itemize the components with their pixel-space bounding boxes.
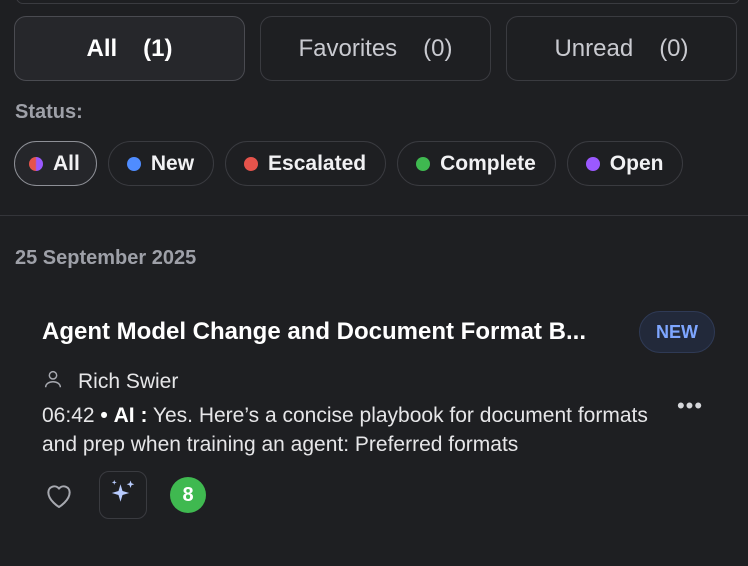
tab-all[interactable]: All (1) (14, 16, 245, 81)
status-dot-complete-icon (416, 156, 431, 171)
tab-all-count: (1) (143, 34, 173, 62)
status-dot-new-icon (126, 156, 141, 171)
message-time: 06:42 (42, 404, 95, 427)
message-separator: • (100, 404, 108, 427)
date-group-header: 25 September 2025 (15, 247, 197, 269)
status-chip-new-label: New (150, 151, 195, 175)
status-chip-complete[interactable]: Complete (397, 141, 556, 186)
tab-unread[interactable]: Unread (0) (506, 16, 737, 81)
tab-unread-label: Unread (554, 34, 634, 62)
status-chip-escalated[interactable]: Escalated (225, 141, 387, 186)
status-dot-all-icon (29, 156, 43, 171)
conversation-author: Rich Swier (42, 368, 178, 395)
person-icon (42, 368, 64, 395)
status-chip-new[interactable]: New (107, 141, 215, 186)
conversation-card[interactable]: Agent Model Change and Document Format B… (42, 306, 722, 536)
status-chip-escalated-label: Escalated (268, 151, 367, 175)
tab-favorites[interactable]: Favorites (0) (260, 16, 491, 81)
more-options-icon[interactable]: ••• (675, 393, 705, 418)
message-sender: AI : (113, 404, 148, 427)
filter-tabs: All (1) Favorites (0) Unread (0) (14, 16, 737, 81)
status-dot-escalated-icon (244, 156, 259, 171)
status-filter-label: Status: (15, 101, 83, 123)
tab-favorites-label: Favorites (298, 34, 398, 62)
ai-assistant-button[interactable] (99, 471, 147, 519)
status-chip-all[interactable]: All (14, 141, 97, 186)
status-chip-complete-label: Complete (440, 151, 536, 175)
status-chip-open-label: Open (609, 151, 664, 175)
tab-all-label: All (86, 34, 118, 62)
status-chips: All New Escalated Complete Open (14, 141, 684, 186)
conversation-title[interactable]: Agent Model Change and Document Format B… (42, 318, 627, 346)
message-preview: 06:42 • AI : Yes. Here’s a concise playb… (42, 401, 662, 459)
card-actions: 8 (42, 471, 206, 519)
section-divider (0, 215, 748, 216)
status-dot-open-icon (585, 156, 600, 171)
author-name: Rich Swier (78, 369, 179, 393)
heart-icon[interactable] (42, 478, 76, 512)
new-badge: NEW (639, 311, 715, 353)
tab-unread-count: (0) (659, 34, 689, 62)
tab-favorites-count: (0) (423, 34, 453, 62)
search-bar-edge (16, 0, 740, 4)
status-chip-open[interactable]: Open (566, 141, 684, 186)
message-count-badge: 8 (170, 477, 206, 513)
sparkles-icon (108, 478, 138, 513)
status-chip-all-label: All (53, 151, 80, 175)
